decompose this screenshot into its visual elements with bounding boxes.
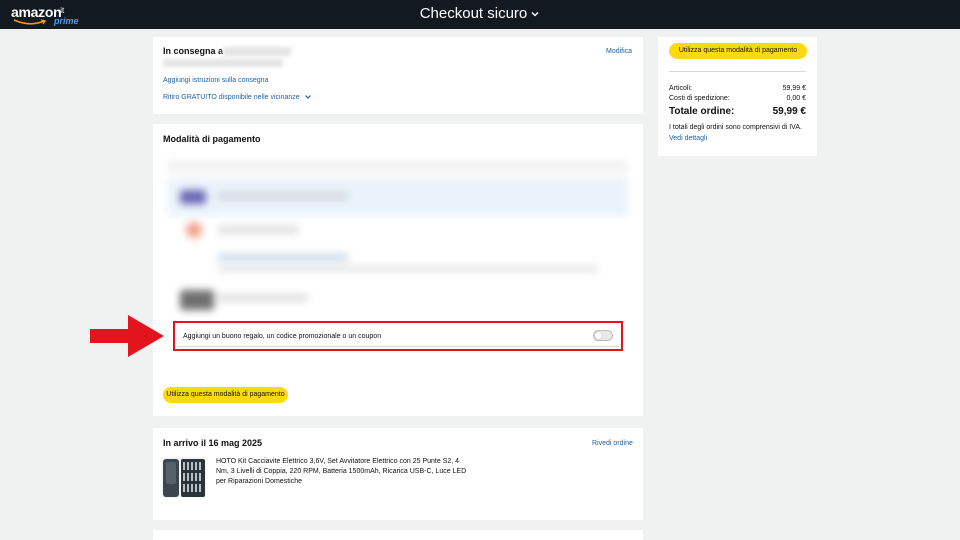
review-order-link[interactable]: Rivedi ordine — [592, 439, 633, 448]
toggle-knob — [595, 332, 602, 339]
summary-use-payment-button[interactable]: Utilizza questa modalità di pagamento — [669, 43, 807, 59]
coupon-row[interactable]: Aggiungi un buono regalo, un codice prom… — [177, 325, 619, 347]
delivery-heading: In consegna a — [163, 46, 224, 56]
use-payment-button[interactable]: Utilizza questa modalità di pagamento — [163, 387, 288, 403]
method-text-redacted — [218, 226, 298, 234]
coupon-label: Aggiungi un buono regalo, un codice prom… — [183, 333, 382, 340]
vat-note-text: I totali degli ordini sono comprensivi d… — [669, 124, 802, 131]
next-card — [153, 530, 643, 540]
method-note-redacted — [218, 266, 598, 272]
card-image-text-redacted — [218, 294, 308, 302]
card-image-redacted — [180, 290, 214, 310]
details-link[interactable]: Vedi dettagli — [669, 135, 707, 142]
items-label: Articoli: — [669, 85, 692, 92]
header-bar: amazon .it prime Checkout sicuro — [0, 0, 960, 29]
method-link-redacted — [218, 254, 348, 261]
coupon-highlight: Aggiungi un buono regalo, un codice prom… — [173, 321, 623, 351]
items-value: 59,99 € — [782, 85, 806, 92]
product-image[interactable] — [160, 456, 207, 499]
summary-items-row: Articoli: 59,99 € — [669, 84, 806, 93]
payment-methods-redacted — [168, 158, 628, 320]
card-text-redacted — [218, 192, 348, 200]
coupon-toggle[interactable] — [593, 330, 613, 341]
arrow-right-icon — [90, 315, 164, 357]
payment-heading: Modalità di pagamento — [163, 134, 261, 144]
summary-total-row: Totale ordine: 59,99 € — [669, 106, 806, 118]
shipping-label: Costi di spedizione: — [669, 95, 730, 102]
edit-address-link[interactable]: Modifica — [606, 47, 632, 56]
arrival-heading: In arrivo il 16 mag 2025 — [163, 438, 263, 448]
chevron-down-icon — [304, 95, 311, 100]
order-summary-card: Utilizza questa modalità di pagamento Ar… — [658, 37, 817, 156]
checkout-title[interactable]: Checkout sicuro — [0, 5, 960, 23]
pickup-link-label: Ritiro GRATUITO disponibile nelle vicina… — [163, 94, 300, 101]
method-icon-redacted — [186, 222, 202, 238]
total-value: 59,99 € — [772, 106, 806, 117]
product-title[interactable]: HOTO Kit Cacciavite Elettrico 3,6V, Set … — [216, 457, 471, 487]
checkout-title-text: Checkout sicuro — [419, 5, 528, 22]
chevron-down-icon — [531, 12, 539, 17]
total-label: Totale ordine: — [669, 106, 735, 117]
card-logo-redacted — [180, 190, 206, 204]
delivery-card: In consegna a Modifica Aggiungi istruzio… — [153, 37, 643, 114]
address-line-redacted — [163, 59, 283, 67]
summary-shipping-row: Costi di spedizione: 0,00 € — [669, 94, 806, 103]
address-name-redacted — [223, 47, 291, 56]
vat-note: I totali degli ordini sono comprensivi d… — [669, 122, 811, 144]
shipping-value: 0,00 € — [786, 95, 806, 102]
pickup-link[interactable]: Ritiro GRATUITO disponibile nelle vicina… — [163, 93, 312, 102]
summary-divider — [669, 71, 806, 72]
payment-method-header-redacted — [168, 160, 628, 174]
delivery-instructions-link[interactable]: Aggiungi istruzioni sulla consegna — [163, 76, 268, 85]
